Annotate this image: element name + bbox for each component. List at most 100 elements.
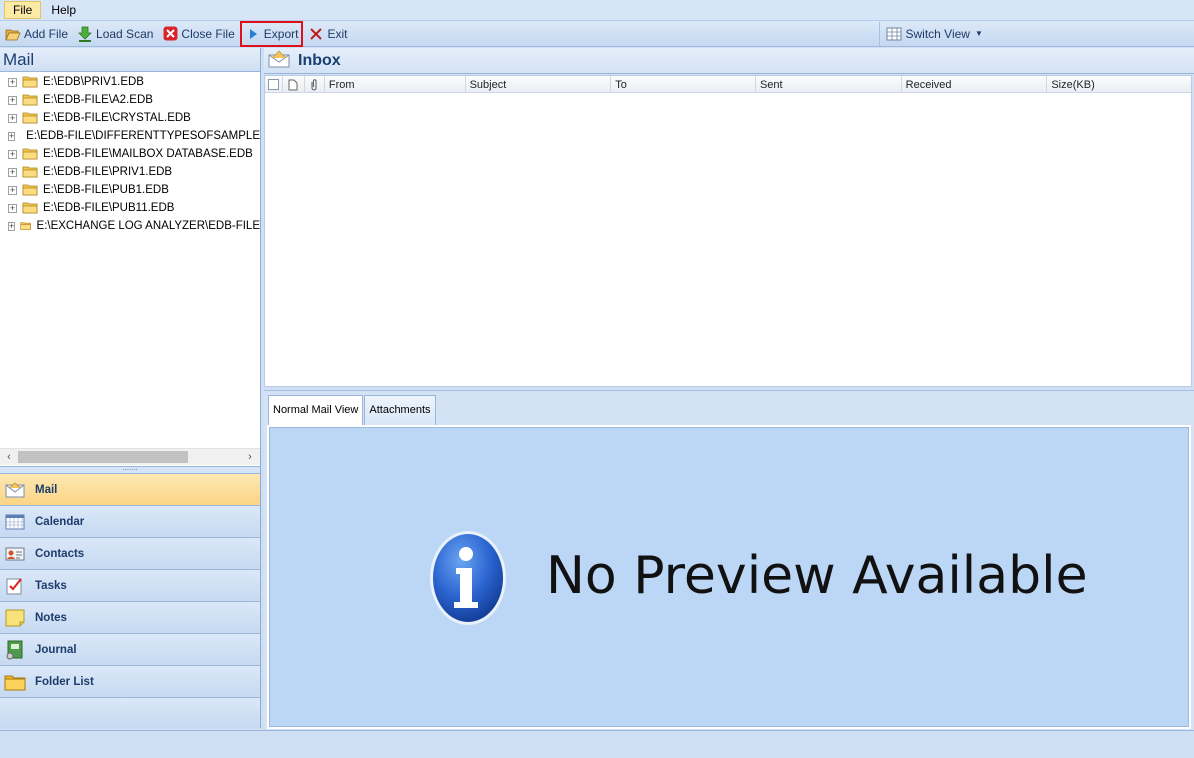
- download-icon: [77, 26, 93, 42]
- export-label: Export: [263, 26, 299, 41]
- add-file-button[interactable]: Add File: [1, 23, 72, 45]
- expand-icon[interactable]: +: [8, 131, 16, 141]
- nav-notes[interactable]: Notes: [0, 602, 260, 634]
- expand-icon[interactable]: +: [8, 149, 17, 159]
- left-pane: Mail + E:\EDB\PRIV1.EDB + E:\EDB-FILE\A2.ED…: [0, 48, 261, 728]
- play-arrow-icon: [245, 26, 261, 42]
- exit-button[interactable]: Exit: [304, 23, 351, 45]
- envelope-icon: [4, 480, 26, 500]
- expand-icon[interactable]: +: [8, 221, 16, 231]
- nav-calendar[interactable]: Calendar: [0, 506, 260, 538]
- column-size[interactable]: Size(KB): [1047, 76, 1191, 93]
- tree-item[interactable]: + E:\EDB-FILE\PRIV1.EDB: [0, 163, 260, 181]
- inbox-header: Inbox: [264, 48, 1194, 74]
- export-button[interactable]: Export: [239, 20, 304, 47]
- dropdown-arrow-icon: ▼: [974, 29, 983, 38]
- inbox-title: Inbox: [298, 51, 341, 69]
- tree-item[interactable]: + E:\EDB-FILE\PUB11.EDB: [0, 199, 260, 217]
- navigation-pane: Mail Calendar Contacts Tasks Notes Journ…: [0, 474, 260, 728]
- column-received[interactable]: Received: [902, 76, 1048, 93]
- calendar-icon: [4, 512, 26, 532]
- tree-item[interactable]: + E:\EDB-FILE\MAILBOX DATABASE.EDB: [0, 145, 260, 163]
- tree-item-label: E:\EDB-FILE\CRYSTAL.EDB: [43, 112, 191, 124]
- load-scan-label: Load Scan: [96, 26, 154, 41]
- tree-item-label: E:\EDB\PRIV1.EDB: [43, 76, 144, 88]
- add-file-label: Add File: [24, 26, 69, 41]
- scroll-left-icon[interactable]: ‹: [1, 450, 17, 464]
- column-to[interactable]: To: [611, 76, 756, 93]
- contact-card-icon: [4, 544, 26, 564]
- folder-icon: [22, 184, 38, 196]
- select-all-checkbox[interactable]: [265, 76, 283, 93]
- task-check-icon: [4, 576, 26, 596]
- switch-view-button[interactable]: Switch View ▼: [882, 23, 986, 45]
- switch-view-label: Switch View: [905, 26, 970, 41]
- tree-item-label: E:\EDB-FILE\PUB11.EDB: [43, 202, 175, 214]
- tree-item[interactable]: + E:\EDB-FILE\A2.EDB: [0, 91, 260, 109]
- grid-view-icon: [886, 26, 902, 42]
- nav-notes-label: Notes: [35, 611, 67, 624]
- menu-bar: File Help: [0, 0, 1194, 20]
- tree-item[interactable]: + E:\EDB\PRIV1.EDB: [0, 73, 260, 91]
- journal-book-icon: [4, 640, 26, 660]
- folder-icon: [22, 166, 38, 178]
- nav-footer: [0, 698, 260, 728]
- close-file-button[interactable]: Close File: [158, 23, 238, 45]
- nav-journal[interactable]: Journal: [0, 634, 260, 666]
- preview-content: No Preview Available: [269, 427, 1189, 727]
- column-sent[interactable]: Sent: [756, 76, 902, 93]
- preview-area: Normal Mail View Attachments No Preview …: [264, 390, 1194, 730]
- attachment-icon[interactable]: [305, 76, 325, 93]
- nav-folder-list[interactable]: Folder List: [0, 666, 260, 698]
- nav-mail[interactable]: Mail: [0, 474, 260, 506]
- nav-tasks-label: Tasks: [35, 579, 67, 592]
- folder-icon: [22, 94, 38, 106]
- expand-icon[interactable]: +: [8, 95, 17, 105]
- menu-file[interactable]: File: [4, 1, 42, 19]
- folder-icon: [22, 76, 38, 88]
- sticky-note-icon: [4, 608, 26, 628]
- tree-item[interactable]: + E:\EDB-FILE\CRYSTAL.EDB: [0, 109, 260, 127]
- tree-item[interactable]: + E:\EXCHANGE LOG ANALYZER\EDB-FILE: [0, 217, 260, 235]
- info-icon: [428, 528, 508, 628]
- nav-mail-label: Mail: [35, 483, 58, 496]
- tab-normal-mail-view[interactable]: Normal Mail View: [268, 395, 364, 425]
- menu-help[interactable]: Help: [43, 2, 84, 18]
- expand-icon[interactable]: +: [8, 203, 17, 213]
- tree-item-label: E:\EDB-FILE\MAILBOX DATABASE.EDB: [43, 148, 253, 160]
- expand-icon[interactable]: +: [8, 167, 17, 177]
- tab-attachments[interactable]: Attachments: [364, 395, 436, 425]
- folder-icon: [4, 672, 26, 692]
- expand-icon[interactable]: +: [8, 77, 17, 87]
- nav-contacts[interactable]: Contacts: [0, 538, 260, 570]
- tree-item[interactable]: + E:\EDB-FILE\DIFFERENTTYPESOFSAMPLE: [0, 127, 260, 145]
- nav-folder-list-label: Folder List: [35, 675, 94, 688]
- status-bar: [0, 730, 1194, 758]
- expand-icon[interactable]: +: [8, 113, 17, 123]
- scroll-thumb[interactable]: [18, 451, 188, 463]
- folder-icon: [22, 202, 38, 214]
- expand-icon[interactable]: +: [8, 185, 17, 195]
- pane-splitter[interactable]: .......: [0, 464, 260, 474]
- grid-header: From Subject To Sent Received Size(KB): [265, 76, 1191, 93]
- load-scan-button[interactable]: Load Scan: [73, 23, 157, 45]
- folder-icon: [20, 135, 22, 137]
- column-subject[interactable]: Subject: [466, 76, 612, 93]
- tree-item[interactable]: + E:\EDB-FILE\PUB1.EDB: [0, 181, 260, 199]
- scroll-right-icon[interactable]: ›: [242, 450, 258, 464]
- tree-item-label: E:\EDB-FILE\A2.EDB: [43, 94, 153, 106]
- document-type-icon[interactable]: [283, 76, 305, 93]
- close-file-label: Close File: [181, 26, 235, 41]
- nav-calendar-label: Calendar: [35, 515, 85, 528]
- no-preview-message: No Preview Available: [546, 546, 1088, 606]
- tree-item-label: E:\EXCHANGE LOG ANALYZER\EDB-FILE: [36, 220, 260, 232]
- left-pane-title: Mail: [0, 48, 260, 72]
- x-icon: [308, 26, 324, 42]
- inbox-envelope-icon: [268, 50, 290, 71]
- exit-label: Exit: [327, 26, 348, 41]
- folder-icon: [20, 222, 32, 230]
- mail-list-grid[interactable]: From Subject To Sent Received Size(KB): [264, 75, 1192, 387]
- nav-tasks[interactable]: Tasks: [0, 570, 260, 602]
- close-icon: [162, 26, 178, 42]
- column-from[interactable]: From: [325, 76, 466, 93]
